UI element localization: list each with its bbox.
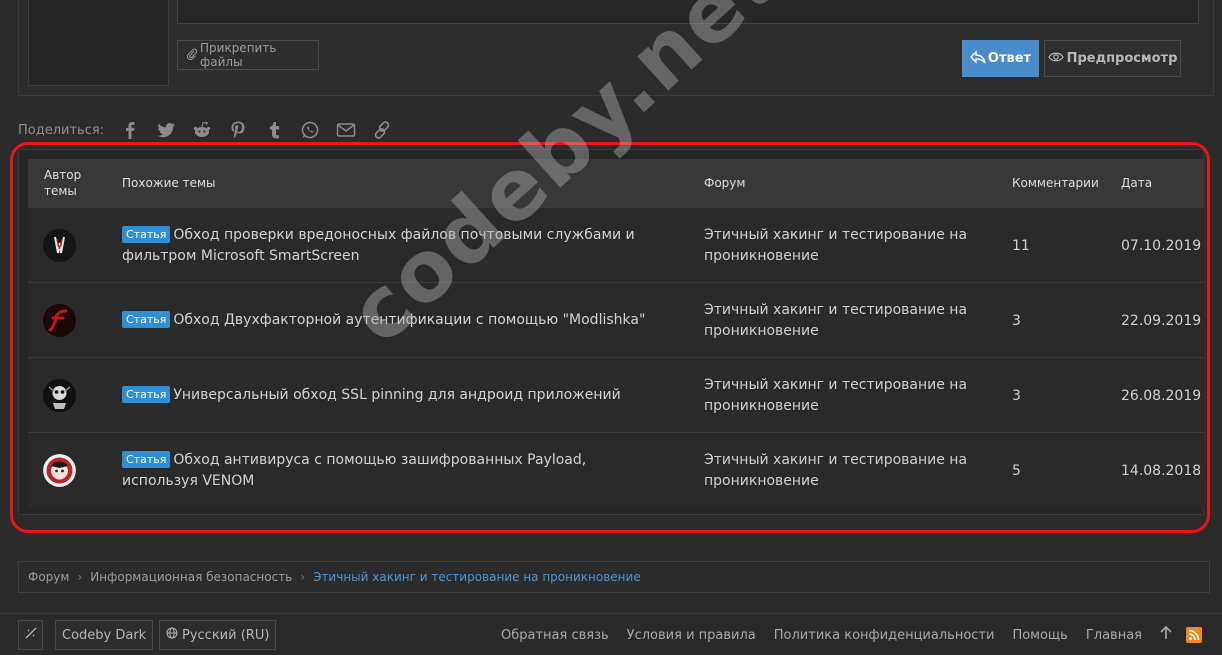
paperclip-icon (186, 48, 198, 63)
column-forum: Форум (704, 176, 746, 190)
reply-icon (969, 49, 986, 68)
comment-count: 3 (1012, 387, 1021, 404)
whatsapp-icon[interactable] (292, 116, 328, 144)
avatar[interactable] (43, 454, 76, 487)
arrow-up-icon[interactable] (1160, 625, 1172, 644)
globe-icon (166, 627, 178, 643)
chevron-right-icon: › (300, 570, 306, 584)
thread-forum[interactable]: Этичный хакинг и тестирование на проникн… (704, 358, 974, 433)
column-author: Автор темы (44, 168, 82, 198)
pinterest-icon[interactable] (220, 116, 256, 144)
comment-count: 3 (1012, 312, 1021, 329)
comment-count: 11 (1012, 237, 1030, 254)
breadcrumb: Форум › Информационная безопасность › Эт… (18, 561, 1210, 593)
email-icon[interactable] (328, 116, 364, 144)
user-avatar (28, 0, 169, 86)
thread-title-text[interactable]: Универсальный обход SSL pinning для андр… (173, 387, 620, 403)
attach-files-label: Прикрепить файлы (200, 41, 277, 69)
column-comments: Комментарии (1012, 176, 1099, 190)
share-bar: Поделиться: (18, 116, 400, 144)
thread-title-text[interactable]: Обход антивируса с помощью зашифрованных… (122, 452, 586, 489)
thread-forum[interactable]: Этичный хакинг и тестирование на проникн… (704, 433, 974, 508)
reply-label: Ответ (987, 51, 1032, 66)
rss-icon[interactable] (1186, 627, 1202, 643)
footer-link-privacy[interactable]: Политика конфиденциальности (774, 628, 995, 643)
chevron-right-icon: › (77, 570, 83, 584)
preview-button[interactable]: Предпросмотр (1044, 40, 1181, 77)
link-icon[interactable] (364, 116, 400, 144)
prefix-badge: Статья (122, 225, 171, 243)
eye-icon (1047, 51, 1064, 67)
thread-date: 14.08.2018 (1121, 462, 1202, 479)
footer-links: Обратная связь Условия и правила Политик… (483, 620, 1202, 650)
similar-threads: Автор темы Похожие темы Форум Комментари… (18, 149, 1204, 515)
thread-date: 26.08.2019 (1121, 387, 1202, 404)
breadcrumb-item-infosec[interactable]: Информационная безопасность (90, 570, 292, 584)
avatar[interactable] (43, 304, 76, 337)
thread-title-text[interactable]: Обход проверки вредоносных файлов почтов… (122, 227, 635, 264)
style-toggle-button[interactable] (18, 620, 43, 650)
thread-forum[interactable]: Этичный хакинг и тестирование на проникн… (704, 283, 974, 358)
facebook-icon[interactable] (112, 116, 148, 144)
table-row[interactable]: Статья Обход проверки вредоносных файлов … (28, 207, 1204, 282)
thread-forum[interactable]: Этичный хакинг и тестирование на проникн… (704, 208, 974, 283)
avatar[interactable] (43, 229, 76, 262)
thread-date: 07.10.2019 (1121, 237, 1202, 254)
table-row[interactable]: Статья Обход антивируса с помощью зашифро… (28, 432, 1204, 507)
footer-link-help[interactable]: Помощь (1012, 628, 1067, 643)
style-chooser-label: Codeby Dark (62, 627, 147, 643)
prefix-badge: Статья (122, 386, 171, 403)
style-chooser-button[interactable]: Codeby Dark (55, 620, 154, 650)
page-footer: Codeby Dark Русский (RU) Обратная связь … (0, 613, 1222, 655)
preview-label: Предпросмотр (1066, 51, 1178, 66)
reddit-icon[interactable] (184, 116, 220, 144)
share-label: Поделиться: (18, 122, 105, 138)
comment-count: 5 (1012, 462, 1021, 479)
footer-link-terms[interactable]: Условия и правила (627, 628, 756, 643)
table-row[interactable]: Статья Универсальный обход SSL pinning дл… (28, 357, 1204, 432)
thread-date: 22.09.2019 (1121, 312, 1202, 329)
footer-link-home[interactable]: Главная (1086, 628, 1142, 643)
twitter-icon[interactable] (148, 116, 184, 144)
thread-title[interactable]: Статья Универсальный обход SSL pinning дл… (122, 358, 662, 433)
thread-title-text[interactable]: Обход Двухфакторной аутентификации с пом… (173, 312, 645, 328)
column-title: Похожие темы (122, 176, 216, 190)
breadcrumb-item-forum[interactable]: Форум (28, 570, 69, 584)
language-chooser-label: Русский (RU) (182, 627, 270, 643)
attach-files-button[interactable]: Прикрепить файлы (177, 40, 319, 70)
contrast-icon (25, 627, 37, 643)
tumblr-icon[interactable] (256, 116, 292, 144)
thread-title[interactable]: Статья Обход проверки вредоносных файлов … (122, 208, 662, 283)
footer-link-feedback[interactable]: Обратная связь (501, 628, 609, 643)
message-editor[interactable] (177, 0, 1199, 24)
thread-title[interactable]: Статья Обход антивируса с помощью зашифро… (122, 433, 662, 508)
prefix-badge: Статья (122, 450, 171, 468)
breadcrumb-item-current[interactable]: Этичный хакинг и тестирование на проникн… (313, 570, 641, 584)
avatar[interactable] (43, 379, 76, 412)
reply-button[interactable]: Ответ (962, 40, 1039, 77)
table-row[interactable]: Статья Обход Двухфакторной аутентификации… (28, 282, 1204, 357)
prefix-badge: Статья (122, 311, 171, 328)
column-date: Дата (1121, 176, 1153, 190)
thread-title[interactable]: Статья Обход Двухфакторной аутентификации… (122, 283, 662, 358)
language-chooser-button[interactable]: Русский (RU) (159, 620, 277, 650)
similar-threads-header: Автор темы Похожие темы Форум Комментари… (28, 159, 1204, 207)
